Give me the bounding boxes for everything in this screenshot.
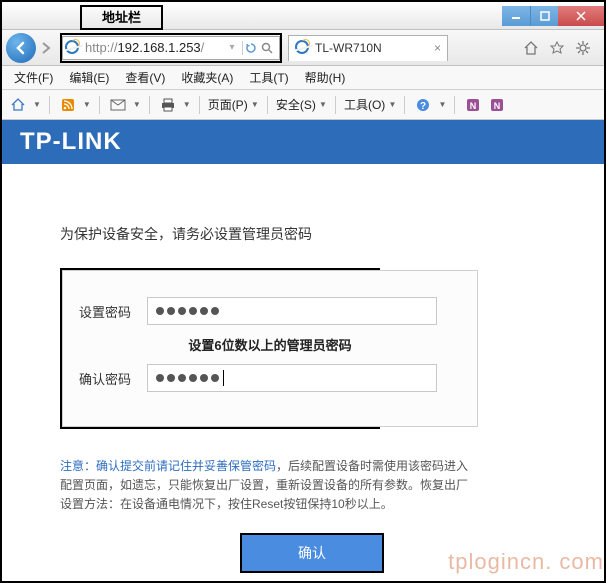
dropdown-arrow-icon[interactable]: ▼: [33, 100, 41, 109]
command-toolbar: ▼ ▼ ▼ ▼ 页面(P) ▼ 安全(S) ▼ 工具(O) ▼ ? ▼ N N: [2, 90, 604, 120]
tab-title: TL-WR710N: [315, 41, 382, 55]
address-bar[interactable]: http://192.168.1.253/ ▾: [62, 36, 280, 60]
navigation-bar: http://192.168.1.253/ ▾ TL-WR710N ×: [2, 30, 604, 66]
maximize-button[interactable]: [530, 6, 558, 26]
mail-icon[interactable]: [108, 95, 128, 115]
tools-menu[interactable]: 工具(O) ▼: [344, 96, 396, 113]
address-label-box: 地址栏: [80, 5, 163, 30]
svg-text:N: N: [494, 101, 501, 111]
tp-link-header: TP-LINK: [2, 120, 604, 164]
confirm-highlight-box: 确认: [240, 533, 384, 573]
onenote-linked-icon[interactable]: N: [463, 95, 483, 115]
set-password-label: 设置密码: [79, 302, 147, 321]
menu-help[interactable]: 帮助(H): [301, 67, 350, 88]
page-viewport: TP-LINK 为保护设备安全，请务必设置管理员密码 设置密码 设置6位数以上的…: [2, 120, 604, 581]
menu-file[interactable]: 文件(F): [10, 67, 57, 88]
svg-text:N: N: [470, 101, 477, 111]
tp-link-logo: TP-LINK: [20, 128, 122, 156]
onenote-icon[interactable]: N: [487, 95, 507, 115]
instruction-text: 为保护设备安全，请务必设置管理员密码: [60, 224, 564, 244]
dropdown-arrow-icon[interactable]: ▼: [133, 100, 141, 109]
menu-view[interactable]: 查看(V): [121, 67, 169, 88]
password-form: 设置密码 设置6位数以上的管理员密码 确认密码: [62, 270, 478, 427]
password-hint: 设置6位数以上的管理员密码: [79, 335, 461, 354]
window-title-bar: 地址栏: [2, 2, 604, 30]
svg-text:?: ?: [420, 101, 426, 112]
dropdown-arrow-icon[interactable]: ▼: [438, 100, 446, 109]
stop-icon[interactable]: ▾: [224, 42, 240, 53]
dropdown-arrow-icon[interactable]: ▼: [83, 100, 91, 109]
ie-icon: [65, 40, 81, 56]
safety-menu[interactable]: 安全(S) ▼: [276, 96, 327, 113]
refresh-icon[interactable]: [245, 42, 261, 54]
url-highlight-box: http://192.168.1.253/ ▾: [60, 33, 282, 63]
browser-tab[interactable]: TL-WR710N ×: [288, 35, 448, 61]
back-button[interactable]: [6, 33, 36, 63]
help-icon[interactable]: ?: [413, 95, 433, 115]
home-icon[interactable]: [8, 95, 28, 115]
window-controls: [502, 6, 604, 26]
home-icon[interactable]: [520, 37, 542, 59]
menu-edit[interactable]: 编辑(E): [65, 67, 113, 88]
url-text: http://192.168.1.253/: [85, 40, 224, 55]
dropdown-arrow-icon[interactable]: ▼: [183, 100, 191, 109]
menu-tools[interactable]: 工具(T): [245, 67, 292, 88]
form-highlight-box: 设置密码 设置6位数以上的管理员密码 确认密码: [60, 268, 380, 429]
forward-button[interactable]: [38, 36, 54, 60]
confirm-password-input[interactable]: [147, 364, 437, 392]
tab-close-icon[interactable]: ×: [434, 41, 441, 55]
notice-text: 注意：确认提交前请记住并妥善保管密码，后续配置设备时需使用该密码进入配置页面，如…: [60, 457, 470, 515]
set-password-input[interactable]: [147, 297, 437, 325]
print-icon[interactable]: [158, 95, 178, 115]
tab-strip: TL-WR710N ×: [288, 35, 448, 61]
search-icon[interactable]: [261, 42, 277, 54]
favorites-icon[interactable]: [546, 37, 568, 59]
tools-gear-icon[interactable]: [572, 37, 594, 59]
confirm-password-label: 确认密码: [79, 369, 147, 388]
close-window-button[interactable]: [558, 6, 604, 26]
menu-favorites[interactable]: 收藏夹(A): [177, 67, 237, 88]
confirm-button[interactable]: 确认: [242, 535, 382, 571]
ie-icon: [295, 40, 311, 56]
feed-icon[interactable]: [58, 95, 78, 115]
minimize-button[interactable]: [502, 6, 530, 26]
page-menu[interactable]: 页面(P) ▼: [208, 96, 259, 113]
menu-bar: 文件(F) 编辑(E) 查看(V) 收藏夹(A) 工具(T) 帮助(H): [2, 66, 604, 90]
notice-link[interactable]: 确认提交前请记住并妥善保管密码: [96, 459, 276, 473]
